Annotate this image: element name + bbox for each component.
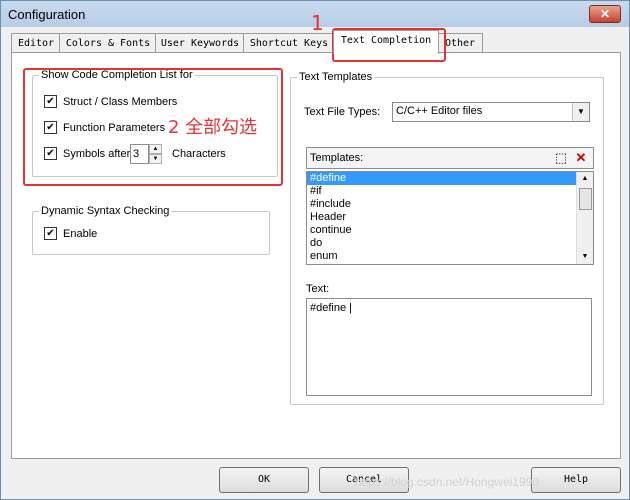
- new-template-icon[interactable]: ⬚: [553, 150, 569, 166]
- tab-editor[interactable]: Editor: [11, 33, 61, 53]
- list-item[interactable]: #include: [307, 198, 593, 211]
- list-item[interactable]: #define: [307, 172, 593, 185]
- scroll-up-icon[interactable]: ▲: [577, 172, 593, 186]
- enable-syntax-label: Enable: [63, 227, 98, 240]
- check-icon: ✔: [44, 227, 57, 240]
- templates-scrollbar[interactable]: ▲ ▼: [576, 172, 593, 264]
- chevron-down-icon[interactable]: ▼: [572, 103, 589, 121]
- watermark-text: https://blog.csdn.net/Hongwei1990: [354, 475, 539, 489]
- templates-header: Templates: ⬚ ✕: [306, 147, 594, 169]
- enable-syntax-checkbox[interactable]: ✔ Enable: [44, 227, 97, 240]
- text-label: Text:: [306, 283, 330, 295]
- file-types-value: C/C++ Editor files: [396, 105, 483, 117]
- templates-list[interactable]: #define #if #include Header continue do …: [306, 171, 594, 265]
- tab-user-keywords[interactable]: User Keywords: [155, 33, 245, 53]
- syntax-checking-legend: Dynamic Syntax Checking: [41, 205, 170, 217]
- list-item[interactable]: continue: [307, 224, 593, 237]
- tab-shortcut-keys[interactable]: Shortcut Keys: [243, 33, 335, 53]
- templates-label: Templates:: [310, 152, 364, 164]
- close-button[interactable]: ✕: [589, 5, 621, 23]
- list-item[interactable]: #if: [307, 185, 593, 198]
- list-item[interactable]: enum: [307, 250, 593, 263]
- tab-colors-fonts[interactable]: Colors & Fonts: [59, 33, 157, 53]
- configuration-window: Configuration ✕ Editor Colors & Fonts Us…: [0, 0, 630, 500]
- tab-text-completion[interactable]: Text Completion: [333, 30, 439, 54]
- template-text-area[interactable]: #define |: [306, 298, 592, 396]
- annotation-step-1: 1: [311, 11, 324, 35]
- scroll-down-icon[interactable]: ▼: [577, 250, 593, 264]
- ok-button[interactable]: OK: [219, 467, 309, 493]
- annotation-step-2: 2 全部勾选: [168, 117, 258, 138]
- close-icon: ✕: [599, 7, 611, 21]
- help-button[interactable]: Help: [531, 467, 621, 493]
- text-templates-legend: Text Templates: [299, 71, 373, 83]
- file-types-label: Text File Types:: [304, 106, 381, 118]
- list-item[interactable]: Header: [307, 211, 593, 224]
- file-types-select[interactable]: C/C++ Editor files ▼: [392, 102, 590, 122]
- scroll-thumb[interactable]: [579, 188, 592, 210]
- list-item[interactable]: do: [307, 237, 593, 250]
- delete-template-icon[interactable]: ✕: [573, 150, 589, 166]
- window-title: Configuration: [8, 7, 86, 22]
